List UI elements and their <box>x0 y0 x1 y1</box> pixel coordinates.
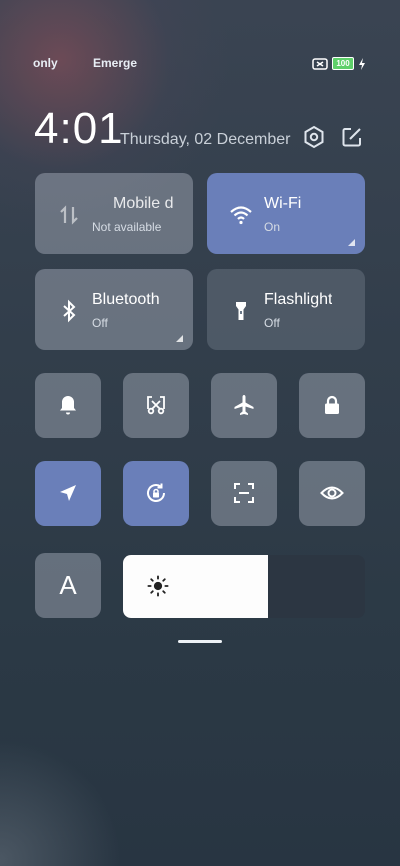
wifi-icon <box>230 206 252 225</box>
brightness-sun-icon <box>147 575 169 597</box>
scanner-toggle[interactable] <box>211 461 277 526</box>
font-size-toggle[interactable]: A <box>35 553 101 618</box>
flashlight-tile[interactable]: Flashlight Off <box>207 269 365 350</box>
wifi-title: Wi-Fi <box>264 195 302 212</box>
location-arrow-icon <box>60 485 76 501</box>
mobile-data-status: Not available <box>92 220 162 234</box>
screenshot-scissors-icon <box>147 396 165 415</box>
wifi-tile[interactable]: Wi-Fi On <box>207 173 365 254</box>
location-toggle[interactable] <box>35 461 101 526</box>
screenshot-toggle[interactable] <box>123 373 189 438</box>
bluetooth-title: Bluetooth <box>92 291 160 308</box>
bell-icon <box>60 396 76 415</box>
brightness-slider[interactable] <box>123 555 365 618</box>
brightness-fill <box>123 555 268 618</box>
rotation-lock-toggle[interactable] <box>123 461 189 526</box>
font-size-letter: A <box>59 570 77 600</box>
bluetooth-status: Off <box>92 316 108 330</box>
charging-icon <box>359 57 365 70</box>
flashlight-title: Flashlight <box>264 291 333 308</box>
eye-icon <box>320 486 344 500</box>
airplane-mode-toggle[interactable] <box>211 373 277 438</box>
bluetooth-tile[interactable]: Bluetooth Off <box>35 269 193 350</box>
emergency-label: Emerge <box>93 56 138 70</box>
bluetooth-expand-icon[interactable] <box>176 335 183 342</box>
mobile-data-tile[interactable]: Mobile d Not available <box>35 173 193 254</box>
flashlight-status: Off <box>264 316 280 330</box>
drag-handle[interactable] <box>178 640 222 643</box>
bluetooth-icon <box>63 299 76 323</box>
battery-icon: 100 <box>332 57 354 70</box>
carrier-label: only <box>33 56 58 70</box>
clock: 4:01 <box>34 104 124 153</box>
edit-icon[interactable] <box>340 125 364 149</box>
mobile-data-icon <box>60 205 78 225</box>
flashlight-icon <box>236 302 246 320</box>
wifi-status: On <box>264 220 281 234</box>
scan-icon <box>234 483 254 503</box>
airplane-icon <box>234 395 254 415</box>
no-sim-icon <box>312 57 328 70</box>
lock-screen-toggle[interactable] <box>299 373 365 438</box>
settings-icon[interactable] <box>302 125 326 149</box>
status-bar: only Emerge 100 <box>0 56 400 72</box>
mobile-data-title: Mobile d <box>113 195 174 212</box>
date-label: Thursday, 02 December <box>120 131 291 148</box>
lock-icon <box>325 395 339 414</box>
sound-toggle[interactable] <box>35 373 101 438</box>
status-icons: 100 <box>312 57 366 70</box>
rotation-lock-icon <box>147 483 165 502</box>
wifi-expand-icon[interactable] <box>348 239 355 246</box>
reading-mode-toggle[interactable] <box>299 461 365 526</box>
